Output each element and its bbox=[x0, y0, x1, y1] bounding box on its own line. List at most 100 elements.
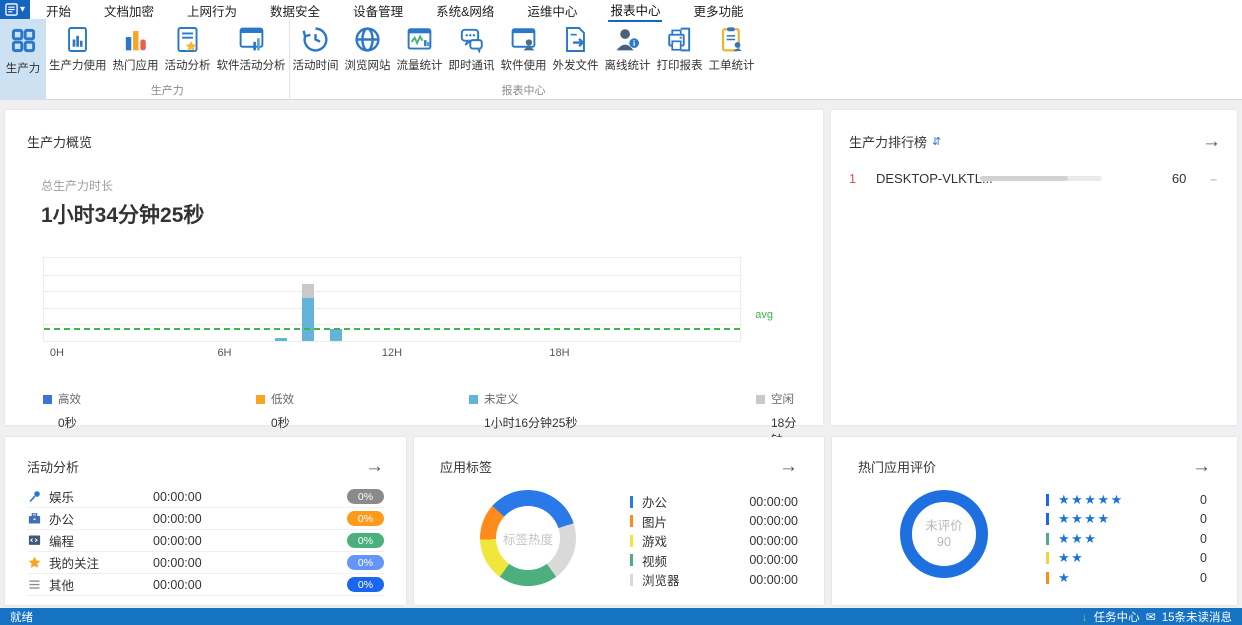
tag-label: 游戏 bbox=[642, 535, 668, 550]
activity-time: 00:00:00 bbox=[153, 577, 202, 592]
tab-more-features[interactable]: 更多功能 bbox=[691, 0, 745, 21]
activity-label: 其他 bbox=[49, 579, 75, 593]
doc-chart-icon bbox=[68, 27, 88, 52]
rating-row-1-star[interactable]: ★ 0 bbox=[1046, 568, 1211, 588]
stars-4-icon: ★★★★ bbox=[1058, 511, 1111, 527]
tab-data-security[interactable]: 数据安全 bbox=[268, 0, 322, 21]
status-bar: 就绪 ↓ 任务中心 ✉ 15条未读消息 bbox=[0, 608, 1242, 625]
activity-percent-badge: 0% bbox=[347, 555, 384, 570]
user-info-icon: i bbox=[616, 29, 639, 51]
tag-row-pictures[interactable]: 图片 00:00:00 bbox=[630, 512, 798, 532]
btn-productivity-usage[interactable]: 生产力使用 bbox=[46, 23, 110, 75]
sort-icon[interactable]: ⇵ bbox=[932, 135, 941, 148]
tab-device-mgmt[interactable]: 设备管理 bbox=[351, 0, 405, 21]
activity-row-entertainment[interactable]: 娱乐 00:00:00 0% bbox=[27, 486, 384, 508]
activity-percent-badge: 0% bbox=[347, 489, 384, 504]
app-menu-button[interactable]: ▾ bbox=[0, 0, 30, 19]
activity-label: 我的关注 bbox=[49, 557, 100, 571]
task-center-link[interactable]: 任务中心 bbox=[1094, 609, 1140, 625]
rating-row-3-stars[interactable]: ★★★ 0 bbox=[1046, 529, 1211, 549]
ribbon-tab-bar: ▾ 开始 文档加密 上网行为 数据安全 设备管理 系统&网络 运维中心 报表中心… bbox=[0, 0, 1242, 22]
open-panel-arrow-icon[interactable]: → bbox=[365, 457, 384, 476]
open-panel-arrow-icon[interactable]: → bbox=[1202, 132, 1221, 151]
briefcase-icon bbox=[28, 513, 41, 524]
tag-row-browser[interactable]: 浏览器 00:00:00 bbox=[630, 570, 798, 590]
doc-star-icon bbox=[177, 27, 198, 52]
stars-5-icon: ★★★★★ bbox=[1058, 491, 1124, 507]
btn-offline-stats[interactable]: i 离线统计 bbox=[602, 23, 654, 75]
clipboard-user-icon bbox=[721, 27, 742, 52]
btn-software-activity-analysis[interactable]: 软件活动分析 bbox=[214, 23, 289, 75]
btn-ticket-stats[interactable]: 工单统计 bbox=[706, 23, 758, 75]
btn-instant-messaging[interactable]: 即时通讯 bbox=[446, 23, 498, 75]
btn-activity-analysis[interactable]: 活动分析 bbox=[162, 23, 214, 75]
tab-system-network[interactable]: 系统&网络 bbox=[434, 0, 496, 21]
rating-row-5-stars[interactable]: ★★★★★ 0 bbox=[1046, 490, 1211, 510]
rating-count: 0 bbox=[1200, 551, 1207, 566]
activity-row-my-focus[interactable]: 我的关注 00:00:00 0% bbox=[27, 552, 384, 574]
tab-start[interactable]: 开始 bbox=[44, 0, 73, 21]
tab-doc-encryption[interactable]: 文档加密 bbox=[102, 0, 156, 21]
tag-time: 00:00:00 bbox=[749, 514, 798, 529]
traffic-wave-icon bbox=[407, 28, 432, 50]
tag-row-games[interactable]: 游戏 00:00:00 bbox=[630, 531, 798, 551]
btn-activity-time[interactable]: 活动时间 bbox=[290, 23, 342, 75]
ribbon-tabs: 开始 文档加密 上网行为 数据安全 设备管理 系统&网络 运维中心 报表中心 更… bbox=[30, 0, 745, 22]
panel-title: 生产力概览 bbox=[27, 135, 93, 150]
x-tick-label: 0H bbox=[49, 347, 64, 359]
panel-activity-analysis: 活动分析 → 娱乐 00:00:00 0% 办公 00:00:00 0% 编程 … bbox=[5, 437, 406, 605]
btn-productivity[interactable]: 生产力 bbox=[0, 19, 46, 99]
rating-count: 0 bbox=[1200, 512, 1207, 527]
tab-web-behavior[interactable]: 上网行为 bbox=[185, 0, 239, 21]
tag-row-video[interactable]: 视频 00:00:00 bbox=[630, 551, 798, 571]
chart-x-axis: 0H 6H 12H 18H bbox=[43, 347, 741, 365]
activity-percent-badge: 0% bbox=[347, 511, 384, 526]
rating-row-4-stars[interactable]: ★★★★ 0 bbox=[1046, 510, 1211, 530]
activity-row-programming[interactable]: 编程 00:00:00 0% bbox=[27, 530, 384, 552]
productivity-grid-icon bbox=[11, 28, 35, 53]
code-window-icon bbox=[28, 535, 41, 545]
btn-hot-apps[interactable]: 热门应用 bbox=[110, 23, 162, 75]
btn-browse-websites[interactable]: 浏览网站 bbox=[342, 23, 394, 75]
btn-print-report[interactable]: 打印报表 bbox=[654, 23, 706, 75]
ribbon-group-label: 报表中心 bbox=[501, 85, 546, 97]
legend-value: 0秒 bbox=[58, 416, 77, 430]
score-value: 60 bbox=[1171, 171, 1187, 186]
unread-messages-link[interactable]: 15条未读消息 bbox=[1162, 609, 1232, 625]
btn-label: 工单统计 bbox=[708, 60, 755, 72]
legend-label: 未定义 bbox=[484, 394, 519, 406]
btn-traffic-stats[interactable]: 流量统计 bbox=[394, 23, 446, 75]
btn-label: 流量统计 bbox=[396, 60, 443, 72]
printer-icon bbox=[668, 27, 691, 52]
rating-swatch bbox=[1046, 493, 1049, 506]
activity-row-office[interactable]: 办公 00:00:00 0% bbox=[27, 508, 384, 530]
trend-flat-icon: – bbox=[1210, 171, 1217, 186]
rating-swatch bbox=[1046, 571, 1049, 584]
btn-label: 热门应用 bbox=[112, 60, 159, 72]
open-panel-arrow-icon[interactable]: → bbox=[1192, 457, 1211, 476]
tab-ops-center[interactable]: 运维中心 bbox=[525, 0, 579, 21]
open-panel-arrow-icon[interactable]: → bbox=[779, 457, 798, 476]
tag-swatch bbox=[630, 573, 633, 586]
rating-row-2-stars[interactable]: ★★ 0 bbox=[1046, 549, 1211, 569]
ranking-row[interactable]: 1 DESKTOP-VLKTL... 60 – bbox=[849, 171, 1221, 186]
tags-legend: 办公 00:00:00 图片 00:00:00 游戏 00:00:00 视频 00:00… bbox=[630, 492, 798, 590]
stars-1-icon: ★ bbox=[1058, 569, 1072, 585]
total-productivity-label: 总生产力时长 bbox=[41, 179, 114, 193]
avg-line-label: avg bbox=[755, 308, 773, 321]
ribbon: 生产力 生产力使用 热门应用 活动分析 软件活动分析 生产力 活动时间 浏览网站… bbox=[0, 19, 1242, 100]
panel-title: 生产力排行榜 bbox=[849, 135, 928, 150]
tag-row-office[interactable]: 办公 00:00:00 bbox=[630, 492, 798, 512]
tag-time: 00:00:00 bbox=[749, 494, 798, 509]
activity-row-other[interactable]: 其他 00:00:00 0% bbox=[27, 574, 384, 596]
panel-title: 热门应用评价 bbox=[858, 460, 937, 475]
btn-label: 离线统计 bbox=[604, 60, 651, 72]
btn-outgoing-files[interactable]: 外发文件 bbox=[550, 23, 602, 75]
rating-swatch bbox=[1046, 532, 1049, 545]
legend-swatch bbox=[256, 394, 265, 404]
btn-software-usage[interactable]: 软件使用 bbox=[498, 23, 550, 75]
star-icon bbox=[28, 556, 41, 568]
menu-lines-icon bbox=[29, 580, 40, 589]
rating-center-value: 90 bbox=[937, 535, 951, 549]
file-export-icon bbox=[566, 27, 585, 52]
